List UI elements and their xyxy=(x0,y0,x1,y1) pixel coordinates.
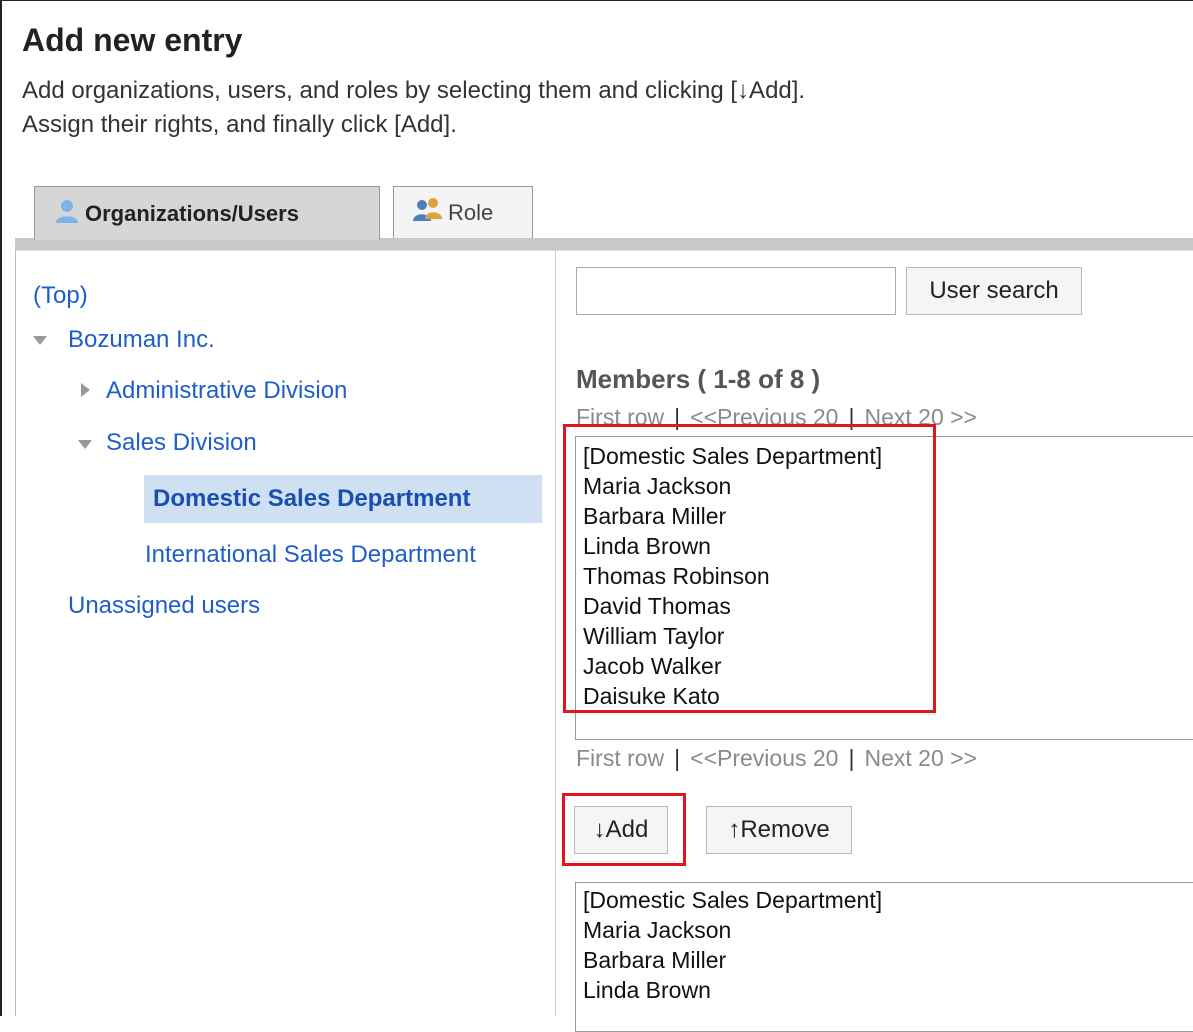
list-item[interactable]: David Thomas xyxy=(576,591,882,621)
pager-top: First row | <<Previous 20 | Next 20 >> xyxy=(576,404,977,431)
user-icon xyxy=(53,197,85,231)
list-item[interactable]: Maria Jackson xyxy=(576,471,882,501)
selected-items: [Domestic Sales Department] Maria Jackson… xyxy=(576,885,882,1005)
tree-item-unassigned-users[interactable]: Unassigned users xyxy=(68,592,260,620)
list-item[interactable]: Maria Jackson xyxy=(576,915,882,945)
add-button[interactable]: ↓Add xyxy=(574,806,668,854)
frame-border-top xyxy=(0,0,1193,1)
tree-item-administrative-division[interactable]: Administrative Division xyxy=(106,377,347,405)
first-row-link: First row xyxy=(576,745,665,771)
previous-link: <<Previous 20 xyxy=(690,404,839,430)
user-search-button[interactable]: User search xyxy=(906,267,1082,315)
list-item[interactable]: [Domestic Sales Department] xyxy=(576,885,882,915)
selected-listbox[interactable]: [Domestic Sales Department] Maria Jackson… xyxy=(575,882,1193,1032)
previous-link: <<Previous 20 xyxy=(690,745,839,771)
tree-item-sales-division[interactable]: Sales Division xyxy=(106,429,257,457)
tab-organizations-users-label: Organizations/Users xyxy=(85,200,299,226)
list-item[interactable]: Thomas Robinson xyxy=(576,561,882,591)
list-item[interactable]: [Domestic Sales Department] xyxy=(576,441,882,471)
members-items: [Domestic Sales Department] Maria Jackson… xyxy=(576,441,882,711)
tree-item-domestic-sales[interactable]: Domestic Sales Department xyxy=(153,485,470,513)
tab-organizations-users[interactable]: Organizations/Users xyxy=(34,186,380,240)
expand-arrow-icon[interactable] xyxy=(33,336,47,345)
list-item[interactable]: Barbara Miller xyxy=(576,945,882,975)
role-icon xyxy=(412,197,448,229)
members-listbox[interactable]: [Domestic Sales Department] Maria Jackson… xyxy=(575,436,1193,740)
panel-divider xyxy=(555,251,556,1016)
list-item[interactable]: Barbara Miller xyxy=(576,501,882,531)
next-link: Next 20 >> xyxy=(864,404,977,430)
tree-item-top[interactable]: (Top) xyxy=(33,282,88,310)
next-link: Next 20 >> xyxy=(864,745,977,771)
tree-item-bozuman[interactable]: Bozuman Inc. xyxy=(68,326,215,354)
description-line-1: Add organizations, users, and roles by s… xyxy=(22,77,806,104)
remove-button[interactable]: ↑Remove xyxy=(706,806,852,854)
list-item[interactable]: Linda Brown xyxy=(576,975,882,1005)
description-line-2: Assign their rights, and finally click [… xyxy=(22,111,457,138)
tab-role-label: Role xyxy=(448,199,494,225)
pager-separator: | xyxy=(674,745,681,771)
pager-separator: | xyxy=(848,745,855,771)
user-search-input[interactable] xyxy=(576,267,896,315)
list-item[interactable]: William Taylor xyxy=(576,621,882,651)
page-title: Add new entry xyxy=(22,22,243,58)
window: Add new entry Add organizations, users, … xyxy=(0,0,1193,1032)
members-title: Members ( 1-8 of 8 ) xyxy=(576,364,821,394)
frame-border-left xyxy=(0,0,2,1016)
tab-role[interactable]: Role xyxy=(393,186,533,238)
tree-item-international-sales[interactable]: International Sales Department xyxy=(145,541,476,569)
first-row-link: First row xyxy=(576,404,665,430)
list-item[interactable]: Daisuke Kato xyxy=(576,681,882,711)
pager-separator: | xyxy=(674,404,681,430)
page-description: Add organizations, users, and roles by s… xyxy=(22,74,805,142)
pager-separator: | xyxy=(848,404,855,430)
collapse-arrow-icon[interactable] xyxy=(81,383,90,397)
expand-arrow-icon[interactable] xyxy=(78,440,92,449)
list-item[interactable]: Linda Brown xyxy=(576,531,882,561)
list-item[interactable]: Jacob Walker xyxy=(576,651,882,681)
pager-bottom: First row | <<Previous 20 | Next 20 >> xyxy=(576,745,977,772)
